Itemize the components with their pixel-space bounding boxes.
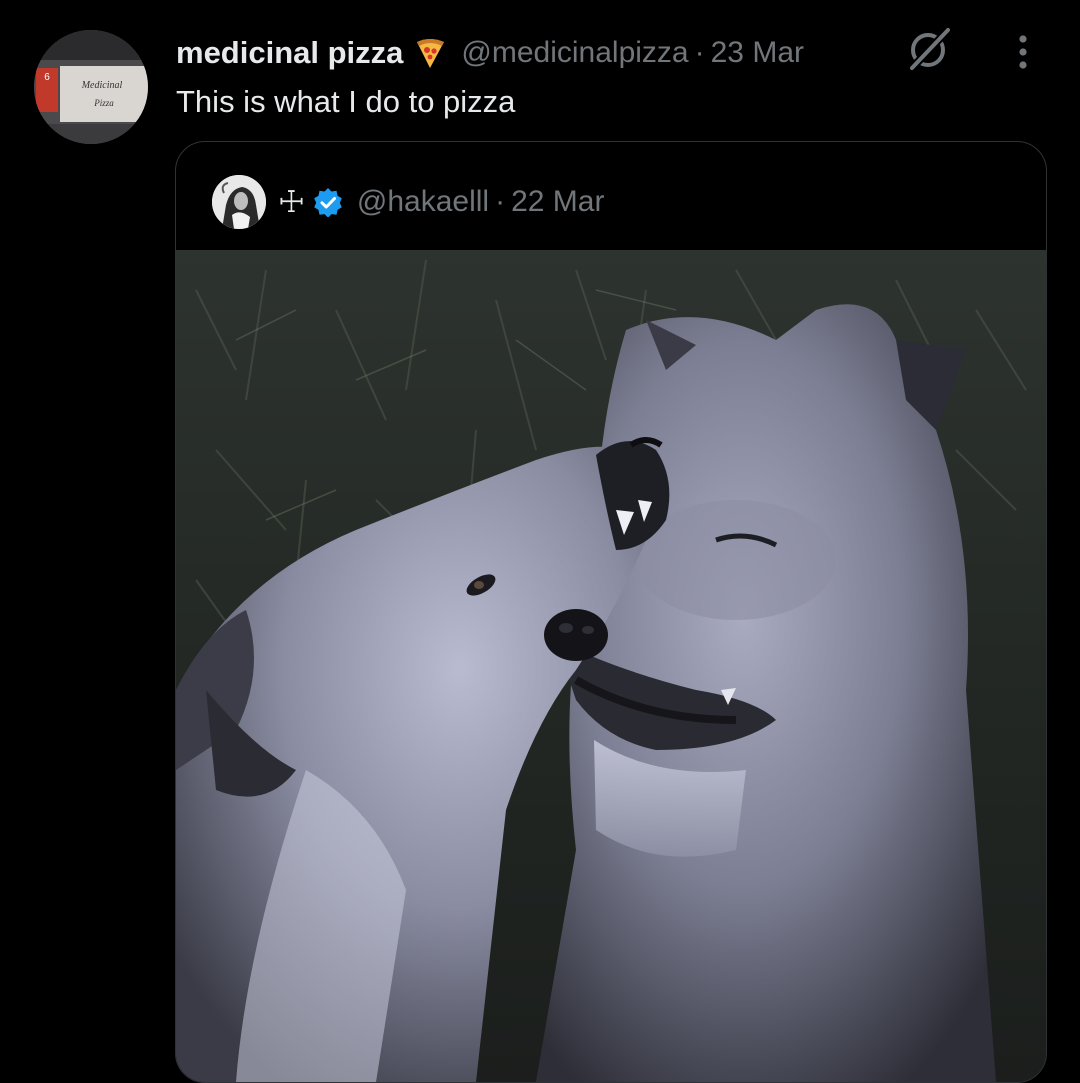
tweet-header: medicinal pizza @medicinalpizza · 23 Mar <box>176 30 804 76</box>
quoted-handle[interactable]: @hakaelll <box>357 185 489 219</box>
pizza-slice-icon <box>413 36 447 70</box>
quoted-tweet-card[interactable]: ☩ @hakaelll · 22 Mar <box>175 141 1047 1083</box>
separator-dot: · <box>694 36 705 69</box>
quoted-display-name[interactable]: ☩ <box>278 185 305 220</box>
quoted-tweet-header: ☩ @hakaelll · 22 Mar <box>212 172 604 232</box>
author-display-name[interactable]: medicinal pizza <box>176 35 403 71</box>
more-vertical-icon[interactable] <box>1006 34 1040 70</box>
author-handle[interactable]: @medicinalpizza <box>461 36 688 70</box>
quoted-separator-dot: · <box>495 185 506 218</box>
verified-badge-icon <box>313 187 343 218</box>
tweet-text: This is what I do to pizza <box>176 84 516 119</box>
avatar-sign-line2: Pizza <box>93 98 114 108</box>
tweet-timestamp[interactable]: 23 Mar <box>711 36 804 70</box>
grok-icon[interactable] <box>904 24 954 74</box>
avatar-sign-number: 6 <box>44 72 50 83</box>
avatar-sign-line1: Medicinal <box>81 80 123 91</box>
author-avatar[interactable]: 6 Medicinal Pizza <box>34 30 148 144</box>
two-wolves-photo[interactable] <box>176 250 1046 1082</box>
quoted-author-avatar[interactable] <box>212 175 266 229</box>
quoted-timestamp[interactable]: 22 Mar <box>511 185 604 219</box>
